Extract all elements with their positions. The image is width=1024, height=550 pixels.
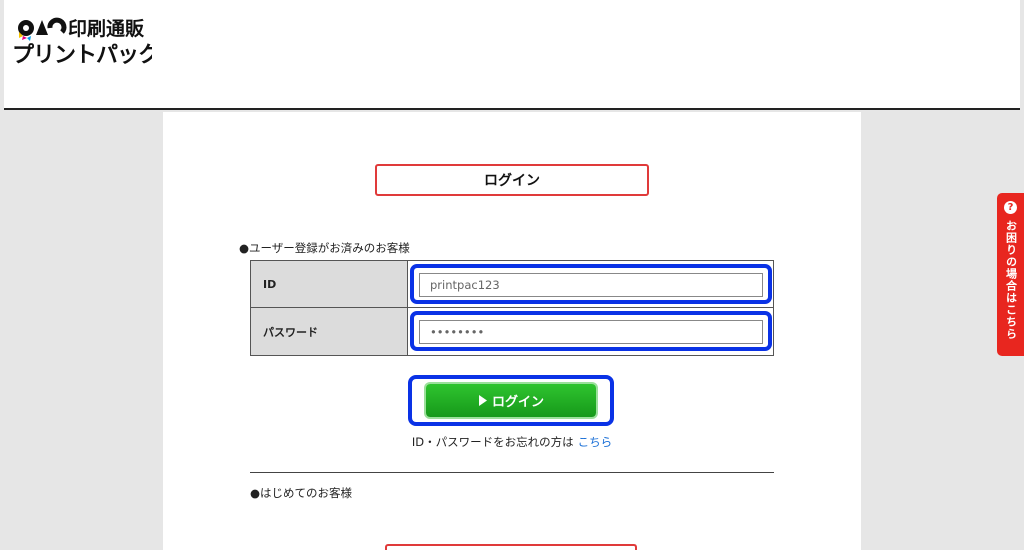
id-input[interactable] — [419, 273, 763, 297]
id-row: ID — [251, 261, 773, 308]
register-button-partial[interactable] — [385, 544, 637, 550]
new-customer-label: ●はじめてのお客様 — [250, 486, 353, 500]
login-button[interactable]: ログイン — [426, 384, 596, 417]
page-title: ログイン — [375, 164, 649, 196]
help-tab-label: お困りの場合はこちら — [1004, 220, 1018, 340]
play-triangle-icon — [478, 395, 487, 406]
password-field-highlight — [410, 311, 772, 351]
main-content: ログイン ●ユーザー登録がお済みのお客様 ID パスワード ログイン ID・パス… — [163, 112, 861, 550]
question-icon: ? — [1004, 201, 1017, 214]
svg-text:プリントパック: プリントパック — [12, 43, 152, 68]
site-header: 印刷通販 プリントパック — [4, 0, 1020, 110]
forgot-credentials: ID・パスワードをお忘れの方は こちら — [163, 434, 861, 450]
password-row: パスワード — [251, 308, 773, 355]
password-input[interactable] — [419, 320, 763, 344]
existing-customer-label: ●ユーザー登録がお済みのお客様 — [239, 241, 410, 255]
login-form: ID パスワード — [250, 260, 774, 356]
divider — [250, 472, 774, 473]
id-field-highlight — [410, 264, 772, 304]
help-tab[interactable]: ? お困りの場合はこちら — [997, 193, 1024, 356]
login-button-label: ログイン — [491, 395, 544, 410]
password-label: パスワード — [251, 308, 408, 355]
forgot-text: ID・パスワードをお忘れの方は — [411, 435, 574, 449]
login-button-highlight: ログイン — [408, 375, 614, 426]
id-label: ID — [251, 261, 408, 307]
svg-text:印刷通販: 印刷通販 — [68, 18, 145, 40]
printpac-logo[interactable]: 印刷通販 プリントパック — [12, 8, 152, 68]
forgot-link[interactable]: こちら — [578, 435, 613, 449]
